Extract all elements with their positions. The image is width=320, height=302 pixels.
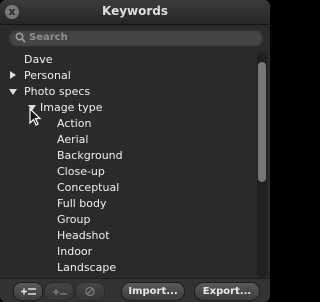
keyword-label: Indoor xyxy=(57,245,93,258)
keywords-panel: x Keywords Dave Personal Photo specs Ima… xyxy=(0,0,270,302)
add-subkeyword-button[interactable] xyxy=(44,282,74,301)
search-field[interactable] xyxy=(8,28,264,47)
keyword-label: Conceptual xyxy=(57,181,120,194)
keyword-row-background[interactable]: Background xyxy=(0,148,256,164)
keyword-label: Personal xyxy=(24,69,71,82)
keyword-list: Dave Personal Photo specs Image type Act… xyxy=(0,52,256,278)
disclosure-triangle-open-icon[interactable] xyxy=(9,89,17,95)
mouse-pointer-icon xyxy=(29,108,41,126)
window-title: Keywords xyxy=(101,4,169,18)
scrollbar-thumb[interactable] xyxy=(258,62,266,182)
keyword-row-group[interactable]: Group xyxy=(0,212,256,228)
export-button[interactable]: Export... xyxy=(194,282,260,301)
keyword-label: Image type xyxy=(40,101,103,114)
add-subkeyword-icon xyxy=(53,289,67,295)
bottom-toolbar: Import... Export... xyxy=(0,278,270,302)
vertical-scrollbar[interactable] xyxy=(257,52,267,278)
keyword-row-conceptual[interactable]: Conceptual xyxy=(0,180,256,196)
keyword-row-personal[interactable]: Personal xyxy=(0,68,256,84)
remove-icon xyxy=(85,286,95,297)
keyword-label: Landscape xyxy=(57,261,117,274)
keyword-row-indoor[interactable]: Indoor xyxy=(0,244,256,260)
keyword-label: Group xyxy=(57,213,91,226)
remove-keyword-button[interactable] xyxy=(75,282,105,301)
keyword-row-dave[interactable]: Dave xyxy=(0,52,256,68)
keyword-label: Headshot xyxy=(57,229,110,242)
keyword-label: Background xyxy=(57,149,123,162)
search-input[interactable] xyxy=(29,30,249,44)
add-keyword-icon xyxy=(21,288,36,295)
search-icon xyxy=(15,32,26,43)
keyword-row-aerial[interactable]: Aerial xyxy=(0,132,256,148)
title-bar[interactable]: x Keywords xyxy=(0,0,270,25)
keyword-label: Full body xyxy=(57,197,107,210)
disclosure-triangle-closed-icon[interactable] xyxy=(10,71,16,79)
keyword-row-full-body[interactable]: Full body xyxy=(0,196,256,212)
keyword-row-photo-specs[interactable]: Photo specs xyxy=(0,84,256,100)
keyword-row-landscape[interactable]: Landscape xyxy=(0,260,256,276)
keyword-label: Photo specs xyxy=(24,85,91,98)
add-keyword-button[interactable] xyxy=(13,282,43,301)
keyword-label: Aerial xyxy=(57,133,89,146)
keyword-row-headshot[interactable]: Headshot xyxy=(0,228,256,244)
keyword-label: Close-up xyxy=(57,165,105,178)
keyword-row-close-up[interactable]: Close-up xyxy=(0,164,256,180)
keyword-label: Action xyxy=(57,117,92,130)
keyword-label: Dave xyxy=(24,53,53,66)
import-button[interactable]: Import... xyxy=(121,282,185,301)
